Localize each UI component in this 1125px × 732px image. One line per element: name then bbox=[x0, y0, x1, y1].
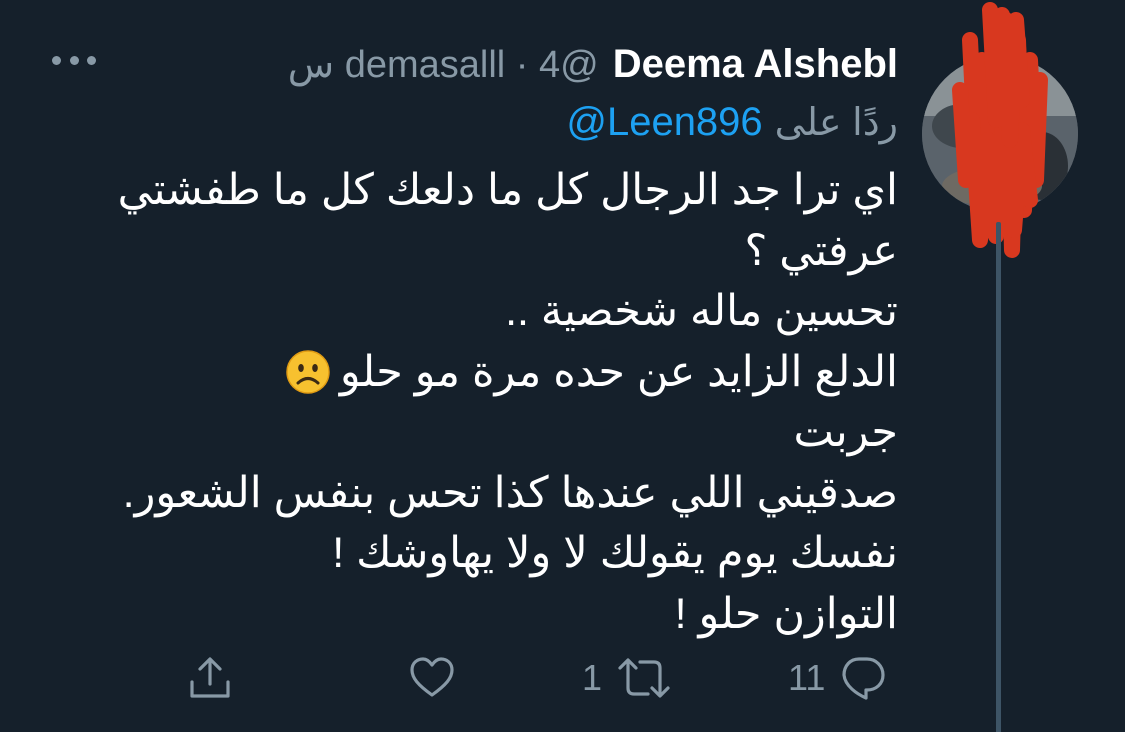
redaction-scribble bbox=[952, 2, 1048, 258]
body-line: جربت bbox=[793, 408, 899, 456]
tweet-screen: Deema Alshebl @demasalll · 4 س ردًا على … bbox=[0, 0, 1125, 732]
reply-bubble-icon bbox=[842, 657, 885, 700]
body-line: عرفتي ؟ bbox=[744, 226, 898, 275]
reply-count: 11 bbox=[788, 657, 826, 698]
reply-prefix: ردًا على bbox=[774, 101, 898, 144]
reply-context: ردًا على @Leen896 bbox=[566, 94, 898, 150]
body-line-with-emoji: الدلع الزايد عن حده مرة مو حلو bbox=[78, 342, 898, 403]
body-line: صدقيني اللي عندها كذا تحس بنفس الشعور. bbox=[122, 468, 898, 517]
share-icon bbox=[190, 657, 230, 698]
tweet-header: Deema Alshebl @demasalll · 4 س bbox=[288, 36, 898, 92]
display-name[interactable]: Deema Alshebl bbox=[613, 42, 898, 87]
retweet-button[interactable]: 1 bbox=[582, 646, 672, 710]
body-line-text: الدلع الزايد عن حده مرة مو حلو bbox=[339, 347, 898, 396]
share-button[interactable] bbox=[186, 646, 234, 710]
like-button[interactable] bbox=[408, 646, 456, 710]
body-line: اي ترا جد الرجال كل ما دلعك كل ما طفشتي bbox=[117, 166, 898, 214]
reply-handle-link[interactable]: @Leen896 bbox=[566, 100, 762, 145]
retweet-icon bbox=[618, 658, 670, 698]
reply-button[interactable]: 11 bbox=[788, 646, 887, 710]
body-line: تحسين ماله شخصية .. bbox=[505, 287, 898, 335]
body-line: نفسك يوم يقولك لا ولا يهاوشك ! bbox=[332, 529, 898, 577]
tweet-actions: 1 11 bbox=[0, 646, 1125, 710]
frowning-face-emoji bbox=[286, 349, 330, 394]
more-icon[interactable] bbox=[52, 48, 96, 72]
handle-and-time: @demasalll · 4 س bbox=[287, 43, 599, 86]
heart-icon bbox=[410, 657, 454, 697]
retweet-count: 1 bbox=[582, 657, 603, 698]
body-line: التوازن حلو ! bbox=[674, 589, 898, 638]
tweet-body: اي ترا جد الرجال كل ما دلعك كل ما طفشتي … bbox=[78, 160, 898, 644]
